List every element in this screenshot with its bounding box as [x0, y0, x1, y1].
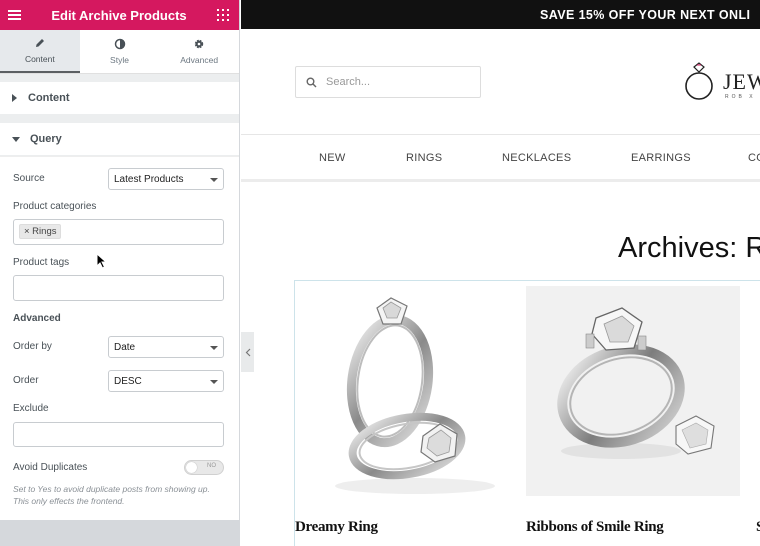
- collapse-panel-button[interactable]: [241, 332, 254, 372]
- search-icon: [306, 77, 317, 87]
- toggle-knob: [186, 462, 197, 473]
- chevron-down-icon: [210, 178, 218, 182]
- site-preview: SAVE 15% OFF YOUR NEXT ONLI Search... JE…: [241, 0, 760, 546]
- tags-label: Product tags: [13, 257, 70, 268]
- product-title-third[interactable]: S: [756, 519, 760, 536]
- category-tag-rings[interactable]: × Rings: [19, 224, 62, 239]
- query-controls: Source Latest Products Product categorie…: [0, 156, 239, 520]
- chevron-down-icon: [210, 346, 218, 350]
- exclude-field[interactable]: [13, 422, 224, 447]
- avoid-duplicates-label: Avoid Duplicates: [13, 462, 88, 473]
- source-value: Latest Products: [114, 173, 184, 185]
- search-input[interactable]: Search...: [295, 66, 481, 98]
- editor-panel: Edit Archive Products Content Style Adva…: [0, 0, 240, 546]
- advanced-subheading: Advanced: [13, 313, 61, 324]
- exclude-label: Exclude: [13, 403, 49, 414]
- panel-header: Edit Archive Products: [0, 0, 239, 30]
- avoid-duplicates-help: Set to Yes to avoid duplicate posts from…: [13, 484, 210, 506]
- archive-title: Archives: R: [618, 232, 760, 264]
- gear-icon: [194, 39, 204, 49]
- source-select[interactable]: Latest Products: [108, 168, 224, 190]
- tab-content[interactable]: Content: [0, 30, 80, 73]
- mouse-cursor-icon: [96, 253, 108, 269]
- orderby-value: Date: [114, 341, 136, 353]
- logo-subtitle: ROB X: [725, 94, 756, 100]
- tab-advanced[interactable]: Advanced: [159, 30, 239, 73]
- order-select[interactable]: DESC: [108, 370, 224, 392]
- panel-footer: [0, 520, 239, 546]
- avoid-duplicates-toggle[interactable]: NO: [184, 460, 224, 475]
- ring-logo-icon: [685, 62, 713, 100]
- product-title-dreamy-ring[interactable]: Dreamy Ring: [295, 519, 378, 536]
- product-title-ribbons-ring[interactable]: Ribbons of Smile Ring: [526, 519, 664, 536]
- contrast-icon: [114, 38, 125, 50]
- tab-style[interactable]: Style: [80, 30, 160, 73]
- products-grid: Dreamy Ring Ribbons of Smile Ring S: [294, 280, 760, 546]
- tags-field[interactable]: [13, 275, 224, 301]
- nav-item-new[interactable]: NEW: [319, 152, 346, 164]
- categories-label: Product categories: [13, 201, 97, 212]
- site-header: Search... JEW ROB X: [241, 29, 760, 135]
- search-placeholder: Search...: [326, 76, 371, 88]
- tab-advanced-label: Advanced: [180, 55, 219, 65]
- section-content-label: Content: [28, 92, 70, 104]
- widgets-grid-icon[interactable]: [216, 9, 229, 21]
- tab-content-label: Content: [24, 54, 55, 64]
- nav-item-earrings[interactable]: EARRINGS: [631, 152, 691, 164]
- caret-down-icon: [12, 136, 20, 142]
- order-label: Order: [13, 375, 39, 386]
- source-label: Source: [13, 173, 45, 184]
- panel-tabs: Content Style Advanced: [0, 30, 239, 74]
- caret-right-icon: [12, 94, 17, 102]
- nav-item-rings[interactable]: RINGS: [406, 152, 442, 164]
- panel-title: Edit Archive Products: [51, 7, 187, 23]
- chevron-down-icon: [210, 380, 218, 384]
- product-image-dreamy-ring[interactable]: [295, 286, 509, 496]
- tab-style-label: Style: [110, 55, 129, 65]
- nav-item-necklaces[interactable]: NECKLACES: [502, 152, 571, 164]
- section-query-label: Query: [30, 133, 62, 145]
- orderby-select[interactable]: Date: [108, 336, 224, 358]
- logo-text[interactable]: JEW: [723, 69, 760, 95]
- categories-field[interactable]: × Rings: [13, 219, 224, 245]
- section-query-toggle[interactable]: Query: [0, 123, 239, 155]
- promo-bar: SAVE 15% OFF YOUR NEXT ONLI: [241, 0, 760, 29]
- pencil-icon: [35, 39, 44, 47]
- toggle-state: NO: [207, 463, 216, 469]
- nav-item-collections[interactable]: CO: [748, 152, 760, 164]
- orderby-label: Order by: [13, 341, 52, 352]
- product-image-ribbons-ring[interactable]: [526, 286, 740, 496]
- hamburger-menu-icon[interactable]: [8, 10, 21, 20]
- chevron-left-icon: [245, 348, 250, 356]
- section-content-toggle[interactable]: Content: [0, 82, 239, 114]
- main-nav: NEW RINGS NECKLACES EARRINGS CO: [241, 135, 760, 182]
- order-value: DESC: [114, 375, 142, 387]
